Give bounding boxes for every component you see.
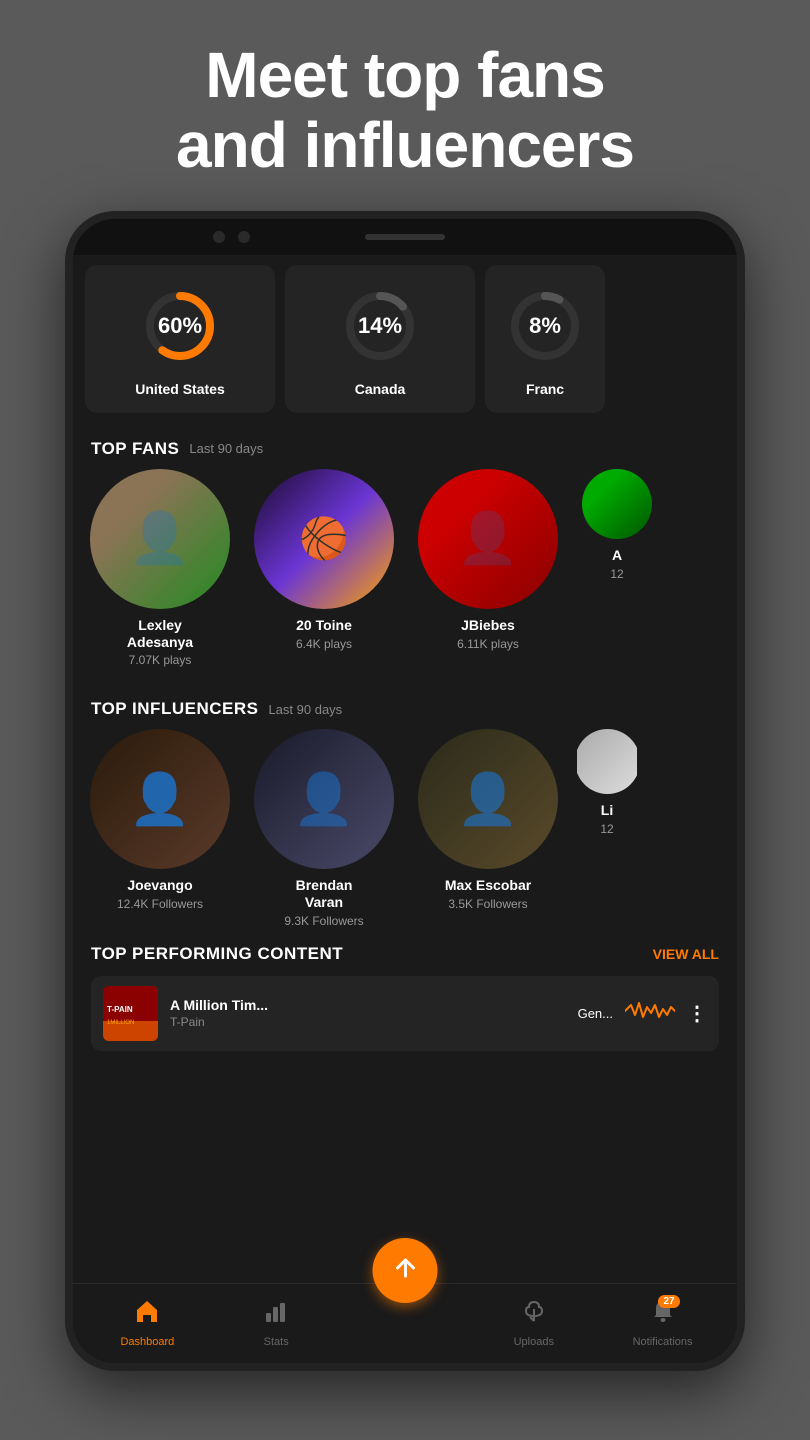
upload-fab-button[interactable] — [373, 1238, 438, 1303]
content-info: A Million Tim... T-Pain — [170, 997, 566, 1029]
fan-stat-a: 12 — [610, 567, 623, 581]
phone-speaker — [365, 234, 445, 240]
hero-title: Meet top fans and influencers — [96, 0, 714, 211]
influencer-name-brendan: BrendanVaran — [296, 877, 353, 911]
fan-stat-20toine: 6.4K plays — [296, 637, 352, 651]
top-fans-subtitle: Last 90 days — [189, 441, 263, 456]
influencer-name-li: Li — [601, 802, 613, 819]
fan-card-jbiebes[interactable]: 👤 JBiebes 6.11K plays — [413, 469, 563, 668]
fan-avatar-jbiebes: 👤 — [418, 469, 558, 609]
fan-card-20toine[interactable]: 🏀 20 Toine 6.4K plays — [249, 469, 399, 668]
fan-name-lexley: LexleyAdesanya — [127, 617, 193, 651]
influencer-card-joevango[interactable]: 👤 Joevango 12.4K Followers — [85, 729, 235, 928]
influencer-card-li[interactable]: Li 12 — [577, 729, 637, 928]
top-influencers-row: 👤 Joevango 12.4K Followers 👤 BrendanVara… — [73, 729, 737, 944]
influencer-stat-joevango: 12.4K Followers — [117, 897, 203, 911]
fan-card-lexley[interactable]: 👤 LexleyAdesanya 7.07K plays — [85, 469, 235, 668]
waveform-icon — [625, 999, 675, 1028]
nav-label-stats: Stats — [264, 1336, 289, 1348]
top-fans-header: TOP FANS Last 90 days — [73, 423, 737, 469]
influencer-avatar-max: 👤 — [418, 729, 558, 869]
stats-icon — [263, 1299, 289, 1332]
uploads-icon — [521, 1299, 547, 1332]
fan-name-a: A — [612, 547, 622, 564]
phone-device: 60% United States 14% Canada — [65, 211, 745, 1371]
nav-item-stats[interactable]: Stats — [241, 1299, 311, 1348]
content-title-label: TOP PERFORMING CONTENT — [91, 944, 343, 964]
nav-label-notifications: Notifications — [633, 1336, 693, 1348]
content-track-artist: T-Pain — [170, 1015, 566, 1029]
influencer-stat-max: 3.5K Followers — [448, 897, 527, 911]
top-influencers-title: TOP INFLUENCERS — [91, 699, 258, 719]
influencer-avatar-joevango: 👤 — [90, 729, 230, 869]
donut-us: 60% — [135, 281, 225, 371]
camera-right — [238, 231, 250, 243]
dashboard-icon — [134, 1299, 160, 1332]
influencer-stat-brendan: 9.3K Followers — [284, 914, 363, 928]
donut-fr: 8% — [500, 281, 590, 371]
top-fans-row: 👤 LexleyAdesanya 7.07K plays 🏀 20 Toine … — [73, 469, 737, 684]
fan-stat-lexley: 7.07K plays — [129, 653, 192, 667]
stat-label-ca: Canada — [355, 381, 406, 397]
influencer-stat-li: 12 — [600, 822, 613, 836]
fan-avatar-lexley: 👤 — [90, 469, 230, 609]
fan-name-jbiebes: JBiebes — [461, 617, 515, 634]
nav-item-notifications[interactable]: 27 Notifications — [628, 1299, 698, 1348]
stat-card-us[interactable]: 60% United States — [85, 265, 275, 413]
notification-badge: 27 — [658, 1295, 679, 1308]
nav-label-uploads: Uploads — [514, 1336, 554, 1348]
fan-avatar-20toine: 🏀 — [254, 469, 394, 609]
influencer-card-max[interactable]: 👤 Max Escobar 3.5K Followers — [413, 729, 563, 928]
stat-percent-us: 60% — [158, 313, 202, 339]
influencer-name-joevango: Joevango — [127, 877, 192, 894]
phone-screen: 60% United States 14% Canada — [73, 255, 737, 1363]
stat-label-us: United States — [135, 381, 224, 397]
influencer-avatar-li — [577, 729, 637, 794]
stats-row: 60% United States 14% Canada — [73, 255, 737, 423]
nav-item-uploads[interactable]: Uploads — [499, 1299, 569, 1348]
upload-icon — [391, 1256, 419, 1284]
influencer-card-brendan[interactable]: 👤 BrendanVaran 9.3K Followers — [249, 729, 399, 928]
top-influencers-header: TOP INFLUENCERS Last 90 days — [73, 683, 737, 729]
svg-text:1MILLION: 1MILLION — [107, 1020, 134, 1026]
content-genre: Gen... — [578, 1006, 613, 1021]
nav-item-dashboard[interactable]: Dashboard — [112, 1299, 182, 1348]
fan-name-20toine: 20 Toine — [296, 617, 352, 634]
top-influencers-subtitle: Last 90 days — [268, 702, 342, 717]
phone-top-bar — [73, 219, 737, 255]
donut-ca: 14% — [335, 281, 425, 371]
screen-content: 60% United States 14% Canada — [73, 255, 737, 1299]
notifications-icon-wrapper: 27 — [650, 1299, 676, 1332]
content-row[interactable]: T-PAIN 1MILLION A Million Tim... T-Pain … — [91, 976, 719, 1051]
stat-percent-fr: 8% — [529, 313, 561, 339]
stat-card-ca[interactable]: 14% Canada — [285, 265, 475, 413]
more-options-button[interactable]: ⋮ — [687, 1001, 707, 1026]
influencer-avatar-brendan: 👤 — [254, 729, 394, 869]
fan-stat-jbiebes: 6.11K plays — [457, 637, 519, 651]
svg-text:T-PAIN: T-PAIN — [107, 1005, 133, 1014]
top-fans-title: TOP FANS — [91, 439, 179, 459]
fan-avatar-a — [582, 469, 652, 539]
view-all-button[interactable]: VIEW ALL — [653, 946, 719, 962]
top-content-section: TOP PERFORMING CONTENT VIEW ALL T-PAIN 1… — [73, 944, 737, 1067]
nav-label-dashboard: Dashboard — [120, 1336, 174, 1348]
stat-percent-ca: 14% — [358, 313, 402, 339]
stat-label-fr: Franc — [526, 381, 564, 397]
content-track-title: A Million Tim... — [170, 997, 566, 1013]
content-thumbnail: T-PAIN 1MILLION — [103, 986, 158, 1041]
stat-card-fr[interactable]: 8% Franc — [485, 265, 605, 413]
influencer-name-max: Max Escobar — [445, 877, 531, 894]
camera-left — [213, 231, 225, 243]
fan-card-a[interactable]: A 12 — [577, 469, 657, 668]
content-header: TOP PERFORMING CONTENT VIEW ALL — [91, 944, 719, 964]
